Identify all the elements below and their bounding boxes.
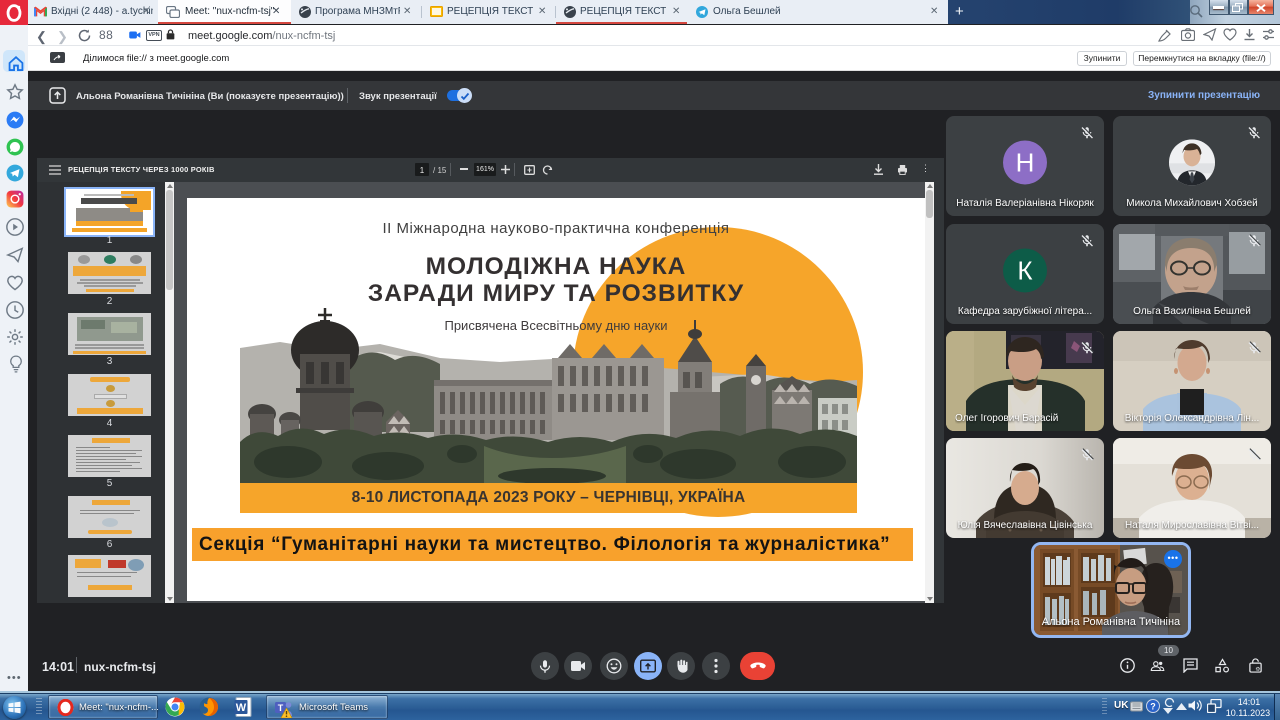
svg-text:W: W [236, 702, 247, 714]
svg-text:?: ? [1150, 701, 1156, 711]
